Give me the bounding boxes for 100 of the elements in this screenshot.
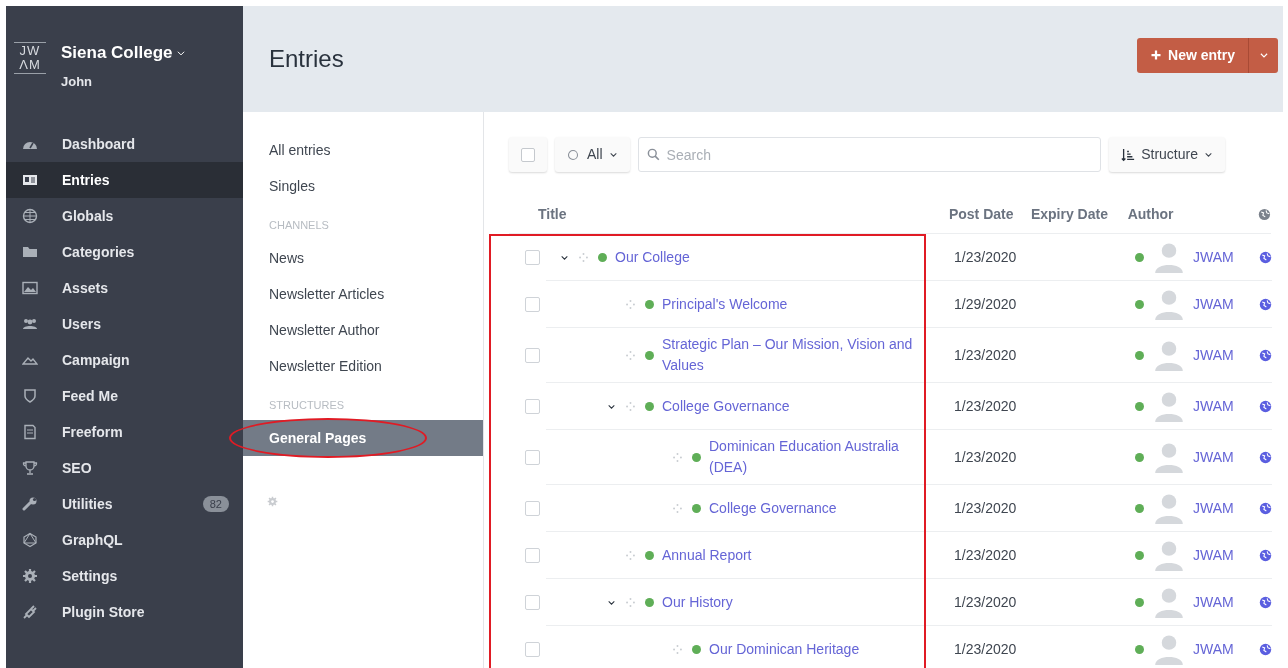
column-header[interactable]: Post Date [948, 204, 1031, 225]
select-all-checkbox[interactable] [509, 137, 547, 172]
column-header[interactable]: Author [1127, 204, 1253, 225]
author-link[interactable]: JWAM [1193, 344, 1235, 366]
nav-item[interactable]: Dashboard [6, 126, 243, 162]
author-link[interactable]: JWAM [1193, 395, 1235, 417]
source-item[interactable]: Singles [243, 168, 483, 204]
globe-icon [1259, 399, 1272, 413]
entry-link[interactable]: College Governance [709, 497, 837, 519]
move-icon[interactable] [672, 451, 683, 463]
globe-icon [1259, 642, 1272, 656]
image-icon [22, 280, 38, 296]
entry-link[interactable]: Annual Report [662, 544, 752, 566]
circle-icon [567, 148, 579, 161]
author-link[interactable]: JWAM [1193, 544, 1235, 566]
trophy-icon [22, 460, 38, 476]
dropdown-button[interactable] [1248, 37, 1278, 73]
row-checkbox[interactable] [525, 642, 540, 657]
plug-icon [22, 604, 38, 620]
post-date: 1/23/2020 [954, 639, 1018, 659]
search-field[interactable]: Search [637, 137, 1102, 172]
chevron-down-icon [1204, 150, 1213, 159]
move-icon[interactable] [625, 400, 636, 412]
user-avatar-icon [1152, 538, 1186, 572]
nav-item[interactable]: Campaign [6, 342, 243, 378]
row-checkbox[interactable] [525, 250, 540, 265]
status-dropdown[interactable]: All [555, 137, 630, 172]
source-item[interactable]: Newsletter Edition [243, 348, 483, 384]
row-checkbox[interactable] [525, 548, 540, 563]
entry-link[interactable]: Strategic Plan – Our Mission, Vision and Values [662, 334, 914, 376]
post-date: 1/23/2020 [954, 498, 1018, 518]
id-card-icon [22, 172, 38, 188]
nav-item[interactable]: Utilities 82 [6, 486, 243, 522]
globe-icon [22, 208, 38, 224]
source-item[interactable]: Newsletter Author [243, 312, 483, 348]
row-checkbox[interactable] [525, 450, 540, 465]
move-icon[interactable] [625, 596, 636, 608]
move-icon[interactable] [625, 549, 636, 561]
source-item[interactable]: News [243, 240, 483, 276]
nav-item[interactable]: Plugin Store [6, 594, 243, 630]
move-icon[interactable] [672, 643, 683, 655]
folder-icon [22, 244, 38, 260]
move-icon[interactable] [625, 298, 636, 310]
nav-item[interactable]: Settings [6, 558, 243, 594]
nav-item[interactable]: Users [6, 306, 243, 342]
page-title: Entries [269, 44, 344, 74]
sort-dropdown[interactable]: Structure [1109, 137, 1225, 172]
row-checkbox[interactable] [525, 348, 540, 363]
user-avatar-icon [1152, 491, 1186, 525]
user-avatar-icon [1152, 240, 1186, 274]
author-link[interactable]: JWAM [1193, 293, 1235, 315]
user-avatar-icon [1152, 585, 1186, 619]
nav-item[interactable]: Freeform [6, 414, 243, 450]
users-icon [22, 316, 38, 332]
globe-icon [1258, 208, 1271, 221]
source-item[interactable]: Newsletter Articles [243, 276, 483, 312]
globe-icon [1259, 348, 1272, 362]
author-link[interactable]: JWAM [1193, 246, 1235, 268]
author-link[interactable]: JWAM [1193, 638, 1235, 660]
settings-icon[interactable] [267, 496, 278, 507]
section-heading: STRUCTURES [268, 398, 346, 413]
row-checkbox[interactable] [525, 501, 540, 516]
chevron-down-icon [608, 150, 618, 159]
nav-item[interactable]: GraphQL [6, 522, 243, 558]
move-icon[interactable] [625, 349, 636, 361]
nav-item[interactable]: Assets [6, 270, 243, 306]
column-header[interactable]: Title [509, 204, 949, 225]
row-checkbox[interactable] [525, 399, 540, 414]
source-item[interactable]: General Pages [243, 420, 483, 456]
move-icon[interactable] [672, 502, 683, 514]
author-link[interactable]: JWAM [1193, 591, 1235, 613]
globe-icon [1259, 450, 1272, 464]
move-icon[interactable] [578, 251, 589, 263]
globe-icon [1259, 595, 1272, 609]
search-icon [646, 148, 660, 161]
user-avatar-icon [1152, 632, 1186, 666]
nav-item[interactable]: Entries [6, 162, 243, 198]
source-item[interactable]: All entries [243, 132, 483, 168]
count-badge: 82 [202, 496, 229, 512]
entry-link[interactable]: Principal's Welcome [662, 293, 788, 315]
row-checkbox[interactable] [525, 595, 540, 610]
entry-link[interactable]: Our History [662, 591, 733, 613]
author-link[interactable]: JWAM [1193, 497, 1235, 519]
nav-item[interactable]: SEO [6, 450, 243, 486]
entry-link[interactable]: College Governance [662, 395, 790, 417]
column-header[interactable]: Expiry Date [1030, 204, 1128, 225]
nav-item[interactable]: Globals [6, 198, 243, 234]
nav-item[interactable]: Feed Me [6, 378, 243, 414]
new-entry-button[interactable]: New entry [1137, 37, 1248, 73]
globe-icon [1259, 250, 1272, 264]
shield-icon [22, 388, 38, 404]
site-switcher[interactable]: Siena College [61, 40, 187, 66]
entry-link[interactable]: Dominican Education Australia (DEA) [709, 436, 914, 478]
entry-link[interactable]: Our Dominican Heritage [709, 638, 860, 660]
author-link[interactable]: JWAM [1193, 446, 1235, 468]
entry-link[interactable]: Our College [615, 246, 690, 268]
nav-item[interactable]: Categories [6, 234, 243, 270]
row-checkbox[interactable] [525, 297, 540, 312]
post-date: 1/23/2020 [954, 396, 1018, 416]
wrench-icon [22, 496, 38, 512]
